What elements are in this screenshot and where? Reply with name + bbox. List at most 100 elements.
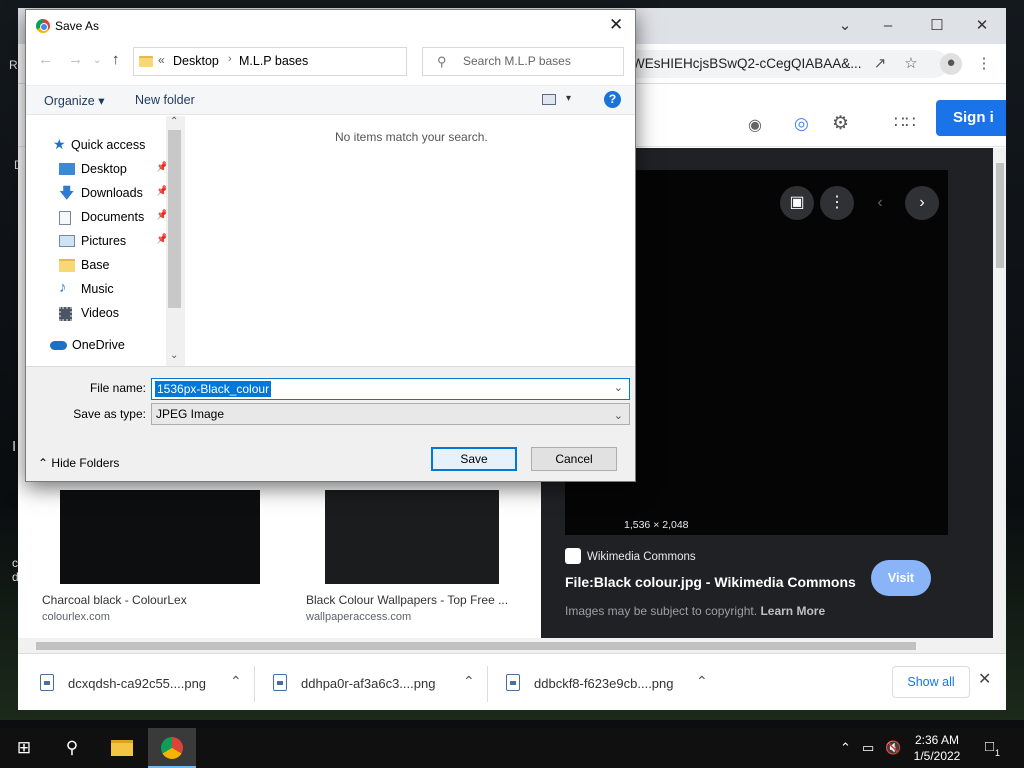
address-breadcrumb[interactable]: « Desktop › M.L.P bases ⌄ ↻ bbox=[133, 47, 504, 76]
image-file-icon bbox=[40, 674, 54, 691]
minimize-button[interactable]: – bbox=[876, 14, 900, 38]
file-name-dropdown-chevron-icon[interactable]: ⌄ bbox=[614, 381, 623, 394]
dialog-title: Save As bbox=[55, 19, 100, 33]
pictures-icon bbox=[59, 235, 75, 247]
chevron-up-icon[interactable]: ⌃ bbox=[696, 673, 708, 690]
volume-muted-icon[interactable]: 🔇 bbox=[885, 740, 901, 756]
image-dimensions: 1,536 × 2,048 bbox=[624, 519, 689, 531]
documents-icon bbox=[59, 211, 71, 225]
clock[interactable]: 2:36 AM 1/5/2022 bbox=[905, 732, 969, 764]
nav-label: Base bbox=[81, 258, 110, 272]
chevron-up-icon[interactable]: ⌃ bbox=[230, 673, 242, 690]
hide-folders-toggle[interactable]: ⌃ Hide Folders bbox=[38, 456, 119, 470]
next-arrow-icon[interactable]: › bbox=[905, 186, 939, 220]
view-dropdown-chevron-icon[interactable]: ▾ bbox=[566, 93, 571, 104]
file-name-value[interactable]: 1536px-Black_colour bbox=[155, 381, 272, 397]
more-options-icon[interactable]: ⋮ bbox=[820, 186, 854, 220]
search-icon[interactable]: ⚲ bbox=[48, 728, 96, 768]
view-options-icon[interactable] bbox=[542, 94, 556, 105]
breadcrumb-current-folder[interactable]: M.L.P bases bbox=[239, 54, 308, 68]
download-item[interactable]: ddhpa0r-af3a6c3....png ⌃ bbox=[273, 668, 498, 698]
bookmark-star-icon[interactable]: ☆ bbox=[901, 54, 921, 74]
notification-count: 1 bbox=[995, 748, 1001, 758]
breadcrumb-desktop[interactable]: Desktop bbox=[173, 54, 219, 68]
horizontal-scroll-thumb[interactable] bbox=[36, 642, 916, 650]
save-button[interactable]: Save bbox=[431, 447, 517, 471]
close-dialog-button[interactable]: ✕ bbox=[609, 15, 623, 35]
desktop-text-fragment: I bbox=[12, 438, 17, 455]
apps-grid-icon[interactable]: ∷∷ bbox=[894, 113, 916, 133]
type-dropdown-chevron-icon[interactable]: ⌄ bbox=[614, 406, 623, 426]
close-window-button[interactable]: ✕ bbox=[970, 14, 994, 38]
settings-gear-icon[interactable]: ⚙ bbox=[832, 112, 849, 135]
recent-locations-chevron-icon[interactable]: ⌄ bbox=[93, 55, 101, 66]
show-hidden-icons-chevron[interactable]: ⌃ bbox=[840, 740, 851, 756]
tab-search-chevron-icon[interactable]: ⌄ bbox=[833, 14, 857, 38]
dialog-titlebar[interactable]: Save As ✕ bbox=[26, 10, 635, 42]
chrome-taskbar-button[interactable] bbox=[148, 728, 196, 768]
result-title[interactable]: Black Colour Wallpapers - Top Free ... bbox=[306, 593, 508, 607]
address-bar[interactable]: WEsHIEHcjsBSwQ2-cCegQIABAA&... bbox=[618, 50, 948, 78]
folder-icon bbox=[111, 740, 133, 756]
show-all-button[interactable]: Show all bbox=[892, 666, 970, 698]
file-list-pane[interactable]: No items match your search. bbox=[184, 116, 635, 366]
nav-pane-scrollbar[interactable]: ⌃ ⌄ bbox=[166, 116, 184, 366]
hide-folders-label: Hide Folders bbox=[51, 456, 120, 470]
notifications-icon[interactable]: □ bbox=[985, 738, 994, 755]
microphone-icon[interactable]: ◎ bbox=[794, 114, 809, 134]
copyright-notice: Images may be subject to copyright. Lear… bbox=[565, 604, 825, 618]
file-name-input[interactable]: 1536px-Black_colour ⌄ bbox=[151, 378, 630, 400]
profile-avatar-icon[interactable]: ● bbox=[940, 53, 962, 75]
camera-search-icon[interactable]: ◉ bbox=[748, 115, 762, 135]
horizontal-scrollbar[interactable] bbox=[18, 638, 1006, 653]
scroll-up-icon[interactable]: ⌃ bbox=[170, 116, 178, 127]
sign-in-button[interactable]: Sign i bbox=[936, 100, 1006, 136]
breadcrumb-separator-icon[interactable]: › bbox=[228, 53, 232, 65]
visit-button[interactable]: Visit bbox=[871, 560, 931, 596]
result-thumbnail[interactable] bbox=[325, 490, 499, 584]
search-input[interactable]: ⚲ Search M.L.P bases bbox=[422, 47, 624, 76]
close-downloads-icon[interactable]: ✕ bbox=[978, 669, 991, 689]
download-item[interactable]: ddbckf8-f623e9cb....png ⌃ bbox=[506, 668, 731, 698]
folder-icon bbox=[139, 56, 153, 67]
nav-label: Quick access bbox=[71, 138, 146, 152]
breadcrumb-overflow[interactable]: « bbox=[158, 53, 165, 67]
organize-menu[interactable]: Organize ▾ bbox=[44, 93, 104, 108]
more-menu-icon[interactable]: ⋮ bbox=[974, 54, 994, 74]
music-note-icon: ♪ bbox=[59, 279, 67, 296]
result-source: colourlex.com bbox=[42, 611, 110, 623]
vertical-scrollbar[interactable] bbox=[993, 148, 1006, 643]
image-file-icon bbox=[273, 674, 287, 691]
lens-search-icon[interactable]: ▣ bbox=[780, 186, 814, 220]
share-icon[interactable]: ↗ bbox=[870, 54, 890, 74]
file-explorer-taskbar-button[interactable] bbox=[98, 728, 146, 768]
divider bbox=[487, 666, 488, 702]
maximize-button[interactable]: ☐ bbox=[925, 14, 949, 38]
result-title[interactable]: Charcoal black - ColourLex bbox=[42, 593, 187, 607]
downloads-bar: dcxqdsh-ca92c55....png ⌃ ddhpa0r-af3a6c3… bbox=[18, 653, 1006, 710]
nav-label: Downloads bbox=[81, 186, 143, 200]
cancel-button[interactable]: Cancel bbox=[531, 447, 617, 471]
vertical-scroll-thumb[interactable] bbox=[996, 163, 1004, 268]
previous-arrow-icon[interactable]: ‹ bbox=[863, 186, 897, 220]
forward-arrow-icon[interactable]: → bbox=[68, 51, 83, 68]
learn-more-link[interactable]: Learn More bbox=[760, 604, 825, 618]
command-bar: Organize ▾ New folder ▾ ? bbox=[26, 85, 635, 115]
back-arrow-icon[interactable]: ← bbox=[38, 51, 53, 68]
save-as-type-select[interactable]: JPEG Image ⌄ bbox=[151, 403, 630, 425]
cloud-icon bbox=[50, 341, 67, 350]
result-thumbnail[interactable] bbox=[60, 490, 260, 584]
scroll-down-icon[interactable]: ⌄ bbox=[170, 350, 178, 361]
network-icon[interactable]: ▭ bbox=[862, 740, 874, 756]
chevron-up-icon[interactable]: ⌃ bbox=[463, 673, 475, 690]
help-icon[interactable]: ? bbox=[604, 91, 621, 108]
download-filename: ddbckf8-f623e9cb....png bbox=[534, 676, 674, 691]
new-folder-button[interactable]: New folder bbox=[135, 93, 195, 107]
nav-scroll-thumb[interactable] bbox=[168, 130, 181, 308]
up-arrow-icon[interactable]: ↑ bbox=[112, 51, 120, 68]
preview-title[interactable]: File:Black colour.jpg - Wikimedia Common… bbox=[565, 574, 856, 590]
start-button[interactable]: ⊞ bbox=[0, 728, 48, 768]
save-as-type-label: Save as type: bbox=[73, 407, 146, 421]
download-item[interactable]: dcxqdsh-ca92c55....png ⌃ bbox=[40, 668, 265, 698]
chrome-logo-icon bbox=[161, 737, 183, 759]
